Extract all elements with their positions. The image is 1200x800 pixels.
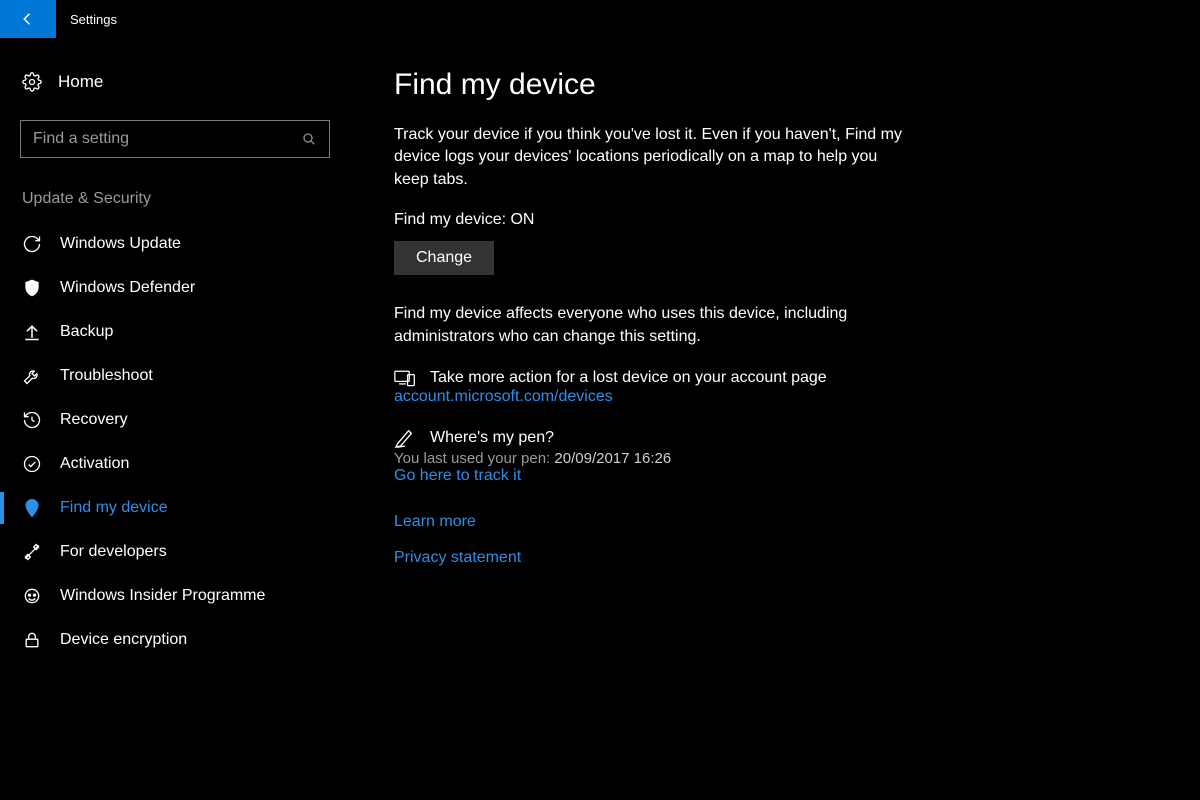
intro-text: Track your device if you think you've lo… bbox=[394, 124, 914, 191]
pen-block: Where's my pen? You last used your pen: … bbox=[394, 428, 950, 485]
sidebar-item-recovery[interactable]: Recovery bbox=[0, 398, 350, 442]
back-arrow-icon bbox=[19, 10, 37, 28]
devices-icon bbox=[394, 368, 416, 388]
learn-more-link[interactable]: Learn more bbox=[394, 513, 950, 531]
sidebar-item-windows-update[interactable]: Windows Update bbox=[0, 222, 350, 266]
sidebar-item-windows-insider[interactable]: Windows Insider Programme bbox=[0, 574, 350, 618]
sidebar-item-label: Backup bbox=[60, 323, 113, 341]
sidebar-item-label: Activation bbox=[60, 455, 129, 473]
find-my-device-status: Find my device: ON bbox=[394, 211, 950, 229]
wrench-icon bbox=[22, 366, 42, 386]
sidebar-item-label: Recovery bbox=[60, 411, 128, 429]
sidebar-item-device-encryption[interactable]: Device encryption bbox=[0, 618, 350, 662]
search-box[interactable] bbox=[20, 120, 330, 158]
gear-icon bbox=[22, 72, 42, 92]
sidebar-item-label: Device encryption bbox=[60, 631, 187, 649]
location-pin-icon bbox=[22, 498, 42, 518]
sidebar-item-label: Troubleshoot bbox=[60, 367, 153, 385]
page-title: Find my device bbox=[394, 68, 950, 102]
tools-icon bbox=[22, 542, 42, 562]
insider-icon bbox=[22, 586, 42, 606]
history-icon bbox=[22, 410, 42, 430]
status-label: Find my device: bbox=[394, 211, 510, 228]
sidebar-item-windows-defender[interactable]: Windows Defender bbox=[0, 266, 350, 310]
titlebar: Settings bbox=[0, 0, 1200, 38]
pen-sub-prefix: You last used your pen: bbox=[394, 450, 554, 467]
sidebar-home[interactable]: Home bbox=[0, 66, 350, 98]
sidebar-item-label: Windows Insider Programme bbox=[60, 587, 265, 605]
search-icon bbox=[301, 131, 317, 147]
back-button[interactable] bbox=[0, 0, 56, 38]
pen-last-used: You last used your pen: 20/09/2017 16:26 bbox=[394, 450, 950, 467]
change-button[interactable]: Change bbox=[394, 241, 494, 275]
pen-heading: Where's my pen? bbox=[430, 429, 554, 447]
account-devices-link[interactable]: account.microsoft.com/devices bbox=[394, 388, 613, 406]
pen-timestamp: 20/09/2017 16:26 bbox=[554, 450, 671, 467]
search-input[interactable] bbox=[33, 130, 301, 148]
sidebar-item-for-developers[interactable]: For developers bbox=[0, 530, 350, 574]
main-content: Find my device Track your device if you … bbox=[350, 38, 990, 800]
lost-device-text: Take more action for a lost device on yo… bbox=[430, 369, 827, 387]
privacy-statement-link[interactable]: Privacy statement bbox=[394, 549, 950, 567]
app-title: Settings bbox=[56, 0, 117, 38]
upload-arrow-icon bbox=[22, 322, 42, 342]
shield-icon bbox=[22, 278, 42, 298]
check-circle-icon bbox=[22, 454, 42, 474]
sidebar-item-label: Find my device bbox=[60, 499, 168, 517]
status-value: ON bbox=[510, 211, 534, 228]
lost-device-block: Take more action for a lost device on yo… bbox=[394, 368, 950, 406]
track-pen-link[interactable]: Go here to track it bbox=[394, 467, 521, 485]
affects-text: Find my device affects everyone who uses… bbox=[394, 303, 914, 348]
sidebar-item-activation[interactable]: Activation bbox=[0, 442, 350, 486]
sidebar-item-find-my-device[interactable]: Find my device bbox=[0, 486, 350, 530]
sidebar-item-backup[interactable]: Backup bbox=[0, 310, 350, 354]
sidebar-item-label: Windows Update bbox=[60, 235, 181, 253]
pen-icon bbox=[394, 428, 416, 448]
sidebar: Home Update & Security Windows Update Wi… bbox=[0, 38, 350, 800]
sync-icon bbox=[22, 234, 42, 254]
sidebar-item-troubleshoot[interactable]: Troubleshoot bbox=[0, 354, 350, 398]
footer-links: Learn more Privacy statement bbox=[394, 513, 950, 567]
lock-icon bbox=[22, 630, 42, 650]
sidebar-item-label: Windows Defender bbox=[60, 279, 195, 297]
sidebar-item-label: For developers bbox=[60, 543, 167, 561]
sidebar-home-label: Home bbox=[58, 72, 103, 92]
sidebar-category: Update & Security bbox=[0, 182, 350, 222]
